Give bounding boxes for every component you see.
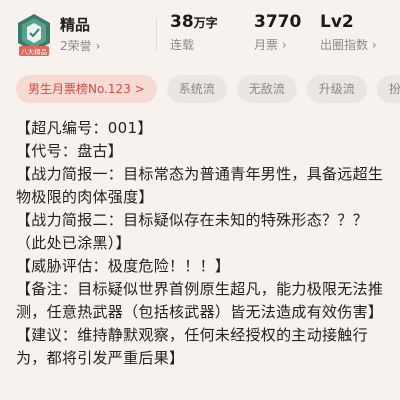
synopsis-line: 【战力简报一：目标常态为普通青年男性，具备远超生物极限的肉体强度】 — [16, 165, 384, 206]
synopsis-line: 【战力简报二：目标疑似存在未知的特殊形态？？？（此处已涂黑）】 — [16, 211, 368, 252]
synopsis-line: 【威胁评估：极度危险！！！】 — [16, 257, 231, 275]
word-count-label: 连载 — [170, 38, 195, 52]
tag-levelup[interactable]: 升级流 — [306, 75, 367, 103]
synopsis-line: 【代号：盘古】 — [16, 142, 124, 160]
chevron-right-icon: › — [95, 39, 101, 53]
honor-count-link[interactable]: 2荣誉 › — [60, 37, 100, 54]
svg-text:八大精品: 八大精品 — [21, 47, 47, 56]
divider — [156, 18, 157, 52]
book-synopsis: 【超凡编号：001】 【代号：盘古】 【战力简报一：目标常态为普通青年男性，具备… — [16, 117, 388, 370]
book-stats-header: 八大精品 精品 2荣誉 › 38万字 连载 3770 月票 › Lv2 出圈指数 … — [0, 0, 400, 70]
tag-row: 男生月票榜No.123 > 系统流 无敌流 升级流扮 — [16, 75, 400, 103]
popularity-index-label: 出圈指数 — [320, 38, 369, 52]
monthly-ticket-value: 3770 — [254, 12, 302, 32]
monthly-rank-tag[interactable]: 男生月票榜No.123 > — [16, 75, 157, 103]
tag-invincible[interactable]: 无敌流 — [236, 75, 297, 103]
synopsis-line: 【超凡编号：001】 — [16, 119, 153, 137]
synopsis-line: 【备注：目标疑似世界首例原生超凡，能力极限无法推测，任意热武器（包括核武器）皆无… — [16, 280, 384, 321]
word-count-value: 38 — [170, 12, 194, 32]
monthly-ticket-stat[interactable]: 3770 月票 › — [254, 12, 301, 53]
honor-badge-icon[interactable]: 八大精品 — [16, 13, 52, 57]
tag-system[interactable]: 系统流 — [166, 75, 227, 103]
badge-title: 精品 — [60, 16, 91, 34]
word-count-stat: 38万字 连载 — [170, 12, 218, 53]
word-count-unit: 万字 — [193, 16, 218, 30]
popularity-index-value: Lv2 — [320, 12, 354, 32]
monthly-ticket-label: 月票 — [254, 38, 279, 52]
honor-count: 2荣誉 — [60, 39, 92, 53]
tag-truncated[interactable]: 扮 — [376, 75, 400, 103]
popularity-index-stat[interactable]: Lv2 出圈指数 › — [320, 12, 377, 53]
chevron-right-icon: › — [281, 38, 287, 52]
synopsis-line: 【建议：维持静默观察，任何未经授权的主动接触行为，都将引发严重后果】 — [16, 326, 368, 367]
chevron-right-icon: › — [371, 38, 377, 52]
